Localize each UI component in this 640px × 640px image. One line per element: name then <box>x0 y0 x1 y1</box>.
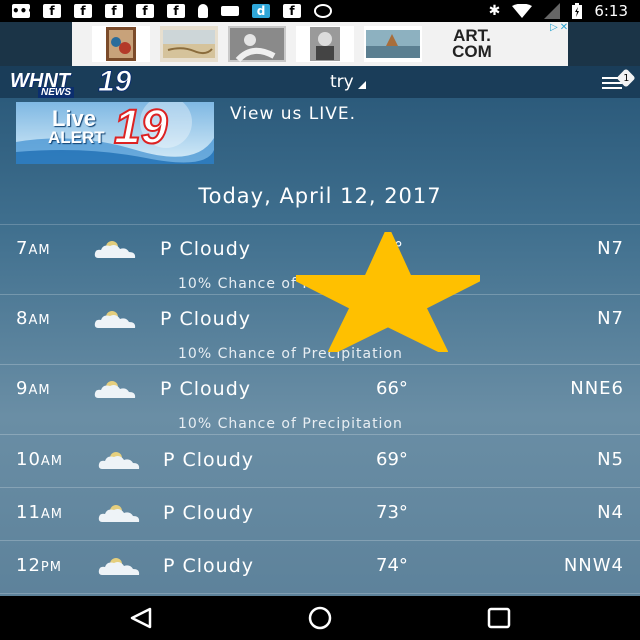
recent-apps-icon[interactable] <box>484 606 514 630</box>
notification-icons: ••• f f f f f d f <box>0 4 332 18</box>
live-alert-banner[interactable]: Live ALERT 19 <box>16 102 214 164</box>
signal-icon <box>544 3 561 19</box>
logo-number: 19 <box>97 65 132 99</box>
forecast-temp: 69° <box>376 449 408 470</box>
forecast-temp: 73° <box>376 502 408 523</box>
facebook-icon: f <box>105 4 123 18</box>
system-icons: ✱ 6:13 <box>489 0 628 22</box>
partly-cloudy-icon <box>92 238 138 260</box>
sync-icon <box>314 4 332 18</box>
location-label: try <box>330 72 354 92</box>
home-icon[interactable] <box>305 606 335 630</box>
battery-icon <box>572 3 583 19</box>
live-section[interactable]: Live ALERT 19 View us LIVE. <box>0 98 640 170</box>
star-icon[interactable] <box>296 232 480 352</box>
wifi-icon <box>512 4 533 18</box>
status-bar: ••• f f f f f d f ✱ 6:13 <box>0 0 640 22</box>
partly-cloudy-icon <box>96 502 142 524</box>
ad-thumbnail[interactable] <box>296 26 354 62</box>
clock: 6:13 <box>594 2 628 20</box>
forecast-row[interactable]: 10AM P Cloudy 69° N5 <box>0 434 640 488</box>
partly-cloudy-icon <box>92 308 138 330</box>
ad-brand-logo[interactable]: ART.COM <box>448 27 496 60</box>
forecast-time: 7AM <box>16 238 51 259</box>
ad-thumbnail[interactable] <box>92 26 150 62</box>
logo-sub: NEWS <box>38 87 74 98</box>
forecast-wind: N7 <box>597 238 624 259</box>
forecast-time: 11AM <box>16 502 64 523</box>
live-number: 19 <box>113 102 168 155</box>
forecast-row[interactable]: 12PM P Cloudy 74° NNW4 <box>0 540 640 594</box>
navigation-bar <box>0 596 640 640</box>
whnt-logo[interactable]: WHNT NEWS 19 <box>4 65 156 99</box>
partly-cloudy-icon <box>96 555 142 577</box>
date-header: Today, April 12, 2017 <box>0 170 640 225</box>
forecast-time: 9AM <box>16 378 51 399</box>
notification-badge: 1 <box>616 68 636 88</box>
back-icon[interactable] <box>126 606 156 630</box>
dictionary-icon: d <box>252 4 270 18</box>
forecast-wind: N7 <box>597 308 624 329</box>
ad-thumbnail[interactable] <box>228 26 286 62</box>
partly-cloudy-icon <box>92 378 138 400</box>
forecast-condition: P Cloudy <box>163 502 255 524</box>
facebook-icon: f <box>136 4 154 18</box>
person-icon <box>198 4 208 18</box>
forecast-condition: P Cloudy <box>160 378 252 400</box>
forecast-wind: N4 <box>597 502 624 523</box>
ad-choices[interactable]: ▷ ✕ <box>550 22 568 34</box>
view-live-link[interactable]: View us LIVE. <box>230 104 356 124</box>
location-selector[interactable]: try <box>330 72 366 92</box>
live-sub: ALERT <box>48 128 105 147</box>
forecast-wind: NNE6 <box>570 378 624 399</box>
forecast-row[interactable]: 11AM P Cloudy 73° N4 <box>0 487 640 541</box>
ad-thumbnail[interactable] <box>364 26 422 62</box>
close-icon[interactable]: ✕ <box>560 22 568 34</box>
ad-thumbnail[interactable] <box>160 26 218 62</box>
forecast-time: 10AM <box>16 449 64 470</box>
facebook-icon: f <box>283 4 301 18</box>
forecast-condition: P Cloudy <box>160 308 252 330</box>
hamburger-menu-icon[interactable]: 1 <box>598 68 636 94</box>
forecast-temp: 74° <box>376 555 408 576</box>
forecast-time: 12PM <box>16 555 62 576</box>
forecast-time: 8AM <box>16 308 51 329</box>
facebook-icon: f <box>43 4 61 18</box>
facebook-icon: f <box>167 4 185 18</box>
keyboard-icon <box>221 6 239 16</box>
forecast-temp: 66° <box>376 378 408 399</box>
bluetooth-icon: ✱ <box>488 3 501 19</box>
app-bar: WHNT NEWS 19 try 1 <box>0 65 640 99</box>
forecast-condition: P Cloudy <box>163 555 255 577</box>
forecast-condition: P Cloudy <box>160 238 252 260</box>
partly-cloudy-icon <box>96 449 142 471</box>
advertisement-banner[interactable]: ART.COM ▷ ✕ <box>72 22 568 66</box>
ad-info-icon[interactable]: ▷ <box>550 22 558 34</box>
forecast-precip: 10% Chance of Precipitation <box>178 416 403 432</box>
forecast-row[interactable]: 9AM P Cloudy 66° NNE6 10% Chance of Precipit… <box>0 364 640 435</box>
forecast-wind: N5 <box>597 449 624 470</box>
location-arrow-icon <box>357 81 366 89</box>
ad-bar: ART.COM ▷ ✕ <box>0 22 640 66</box>
forecast-wind: NNW4 <box>563 555 624 576</box>
forecast-condition: P Cloudy <box>163 449 255 471</box>
message-icon: ••• <box>12 4 36 18</box>
facebook-icon: f <box>74 4 92 18</box>
